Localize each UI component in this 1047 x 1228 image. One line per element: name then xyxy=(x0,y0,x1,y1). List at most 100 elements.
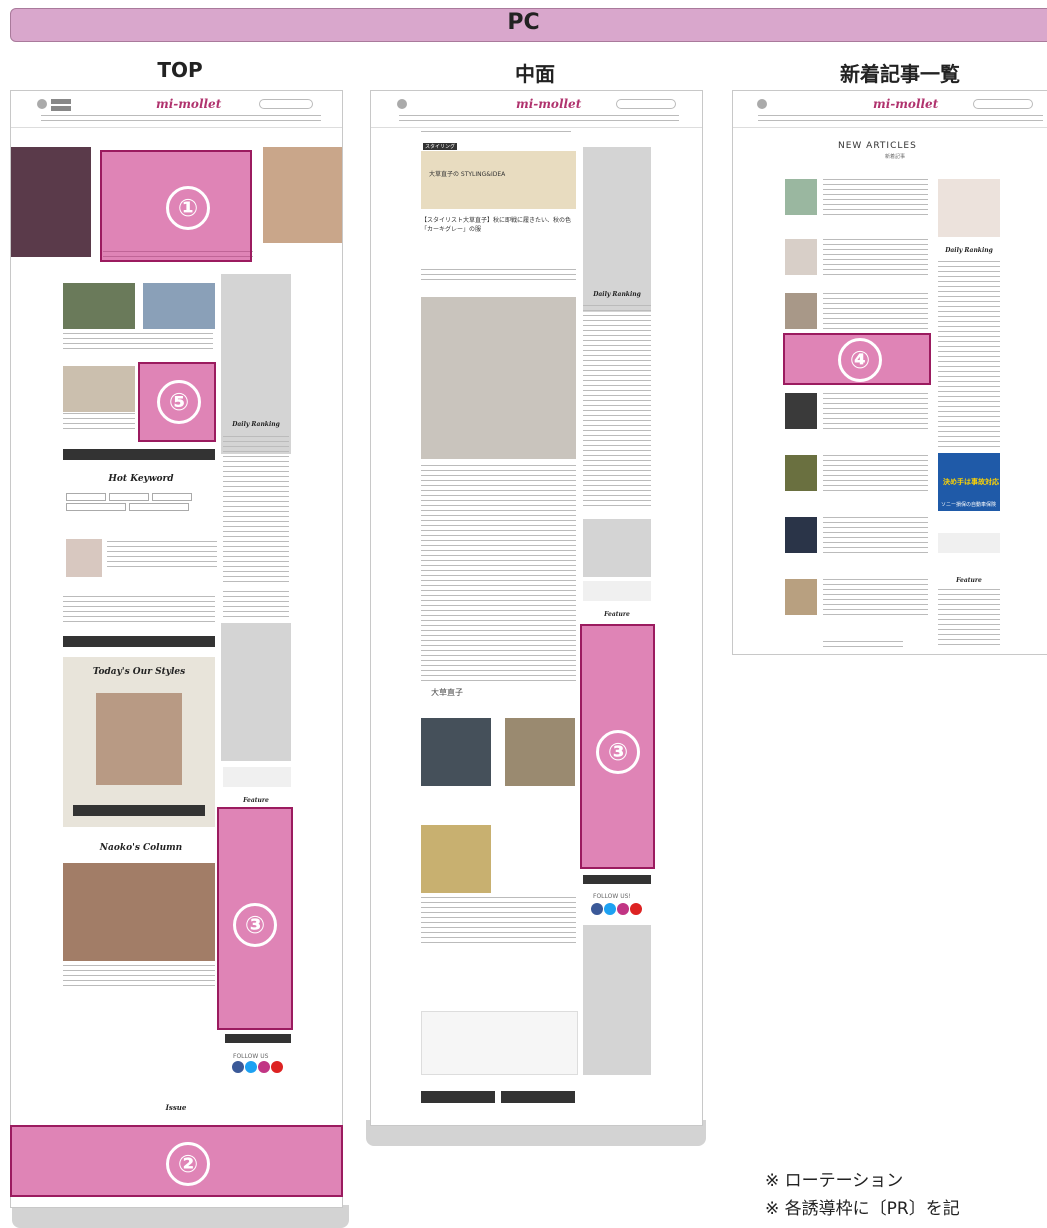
article-thumb[interactable] xyxy=(785,179,817,215)
global-nav[interactable] xyxy=(758,115,1043,121)
category-badge[interactable]: スタイリング xyxy=(423,143,458,150)
article-body xyxy=(421,465,576,685)
feature-more-button[interactable] xyxy=(583,875,651,884)
feature-thumb[interactable] xyxy=(66,539,102,577)
insurance-ad-brand[interactable]: ソニー損保の自動車保険 xyxy=(941,501,996,508)
article-text-1 xyxy=(63,333,213,353)
article-text[interactable] xyxy=(823,455,928,491)
login-button[interactable] xyxy=(51,99,71,104)
daily-ranking-list[interactable] xyxy=(223,436,289,586)
facebook-icon[interactable] xyxy=(232,1061,244,1073)
naoko-column-title: Naoko's Column xyxy=(99,843,183,853)
article-text[interactable] xyxy=(823,239,928,275)
pinterest-icon[interactable] xyxy=(630,903,642,915)
daily-ranking-title: Daily Ranking xyxy=(232,421,280,428)
gallery-image-2[interactable] xyxy=(505,718,575,786)
article-thumb[interactable] xyxy=(785,579,817,615)
naoko-column-image[interactable] xyxy=(63,863,215,961)
site-logo[interactable]: mi-mollet xyxy=(516,97,581,111)
gallery-image-3[interactable] xyxy=(421,825,491,893)
article-text[interactable] xyxy=(823,579,928,615)
article-thumb[interactable] xyxy=(785,393,817,429)
user-icon xyxy=(397,99,407,109)
carousel-image-left[interactable] xyxy=(11,147,91,257)
more-articles-button[interactable] xyxy=(63,449,215,460)
feature-more-button[interactable] xyxy=(225,1034,291,1043)
ad-slot-middle-mid[interactable] xyxy=(583,519,651,577)
article-main-image xyxy=(421,297,576,459)
daily-ranking-title: Daily Ranking xyxy=(593,291,641,298)
breadcrumb[interactable] xyxy=(421,131,571,136)
article-thumb[interactable] xyxy=(785,239,817,275)
hero-caption: 大草直子の STYLING&IDEA xyxy=(429,171,506,178)
feature-title: Feature xyxy=(243,797,269,804)
pc-banner-label: PC xyxy=(507,10,540,35)
site-logo[interactable]: mi-mollet xyxy=(873,97,938,111)
new-articles-heading: NEW ARTICLES xyxy=(838,141,917,151)
next-article-button[interactable] xyxy=(501,1091,575,1103)
article-thumb-1[interactable] xyxy=(63,283,135,329)
pagination[interactable] xyxy=(823,641,903,649)
article-thumb-3[interactable] xyxy=(63,366,135,412)
search-input[interactable] xyxy=(616,99,676,109)
top-mock-shadow xyxy=(12,1205,349,1228)
lead-text xyxy=(421,269,576,281)
ad-slot-right-top[interactable] xyxy=(938,179,1000,237)
todays-styles-title: Today's Our Styles xyxy=(92,667,186,677)
article-thumb[interactable] xyxy=(785,517,817,553)
keyword-tag[interactable] xyxy=(66,503,126,511)
article-thumb-2[interactable] xyxy=(143,283,215,329)
todays-styles-image[interactable] xyxy=(96,693,182,785)
marker-3-top: ③ xyxy=(233,903,277,947)
new-articles-subheading: 新着記事 xyxy=(885,154,906,160)
marker-3-middle: ③ xyxy=(596,730,640,774)
marker-2: ② xyxy=(166,1142,210,1186)
twitter-icon[interactable] xyxy=(604,903,616,915)
insurance-ad-text[interactable]: 決め手は事故対応 xyxy=(943,477,999,487)
article-text[interactable] xyxy=(823,293,928,329)
gallery-image-1[interactable] xyxy=(421,718,491,786)
ranking-list-text[interactable] xyxy=(223,591,289,619)
facebook-icon[interactable] xyxy=(591,903,603,915)
instagram-icon[interactable] xyxy=(617,903,629,915)
prev-article-button[interactable] xyxy=(421,1091,495,1103)
article-thumb[interactable] xyxy=(785,293,817,329)
pinterest-icon[interactable] xyxy=(271,1061,283,1073)
search-input[interactable] xyxy=(259,99,313,109)
feature-text xyxy=(107,541,217,571)
column-heading-top: TOP xyxy=(157,58,203,82)
banner-ad[interactable] xyxy=(223,767,291,787)
info-more-button[interactable] xyxy=(63,636,215,647)
keyword-tag[interactable] xyxy=(152,493,192,501)
tags-and-related[interactable] xyxy=(421,897,576,947)
ad-slot-middle-top[interactable] xyxy=(583,147,651,312)
instagram-icon[interactable] xyxy=(258,1061,270,1073)
ad-slot-middle-bottom[interactable] xyxy=(583,925,651,1075)
daily-ranking-list[interactable] xyxy=(583,305,651,510)
keyword-tag[interactable] xyxy=(129,503,189,511)
todays-styles-button[interactable] xyxy=(73,805,205,816)
keyword-tag[interactable] xyxy=(109,493,149,501)
banner-ad[interactable] xyxy=(938,533,1000,553)
carousel-image-right[interactable] xyxy=(263,147,342,243)
article-text[interactable] xyxy=(823,517,928,553)
register-button[interactable] xyxy=(51,106,71,111)
hot-keyword-title: Hot Keyword xyxy=(108,474,174,484)
daily-ranking-list[interactable] xyxy=(938,261,1000,451)
article-text[interactable] xyxy=(823,393,928,429)
global-nav[interactable] xyxy=(41,115,321,121)
search-input[interactable] xyxy=(973,99,1033,109)
marker-1: ① xyxy=(166,186,210,230)
global-nav[interactable] xyxy=(399,115,679,121)
author-profile-box xyxy=(421,1011,578,1075)
ad-slot-middle[interactable] xyxy=(221,623,291,761)
site-logo[interactable]: mi-mollet xyxy=(156,97,221,111)
article-text[interactable] xyxy=(823,179,928,215)
hero-image xyxy=(421,151,576,209)
article-thumb[interactable] xyxy=(785,455,817,491)
twitter-icon[interactable] xyxy=(245,1061,257,1073)
banner-ad[interactable] xyxy=(583,581,651,601)
keyword-tag[interactable] xyxy=(66,493,106,501)
issue-title: Issue xyxy=(165,1103,187,1112)
feature-list[interactable] xyxy=(938,589,1000,649)
